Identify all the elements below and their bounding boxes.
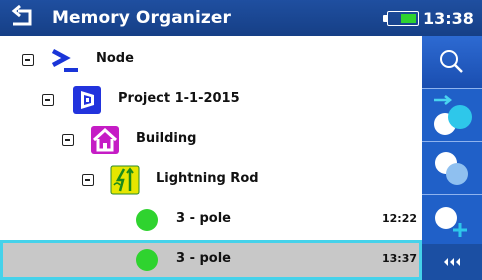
tree-row-label: 3 - pole (176, 251, 232, 266)
tree-row-node[interactable]: Node (0, 40, 422, 80)
tree-row-building[interactable]: Building (0, 120, 422, 160)
header-bar: Memory Organizer 13:38 (0, 0, 482, 36)
tree-row-lightning-rod[interactable]: Lightning Rod (0, 160, 422, 200)
side-toolbar (422, 36, 482, 280)
result-pass-icon (136, 209, 158, 231)
measurement-time: 13:37 (382, 252, 418, 265)
result-pass-icon (136, 249, 158, 271)
memory-tree: Node Project 1-1-2015 Building Lightning… (0, 36, 422, 280)
clock: 13:38 (423, 9, 474, 28)
more-options-icon (444, 258, 460, 266)
node-prompt-icon (51, 49, 78, 72)
clone-button[interactable] (422, 142, 482, 194)
tree-row-project[interactable]: Project 1-1-2015 (0, 80, 422, 120)
back-button[interactable] (8, 4, 38, 31)
collapse-icon[interactable] (22, 54, 34, 66)
measurement-time: 12:22 (382, 212, 418, 225)
start-test-icon (434, 95, 472, 135)
add-test-button[interactable] (422, 195, 482, 247)
collapse-icon[interactable] (62, 134, 74, 146)
collapse-icon[interactable] (82, 174, 94, 186)
search-icon (440, 50, 463, 73)
search-button[interactable] (422, 36, 482, 88)
tree-row-label: Project 1-1-2015 (118, 91, 240, 106)
tree-row-measurement-selected[interactable]: 3 - pole 13:37 (0, 240, 422, 280)
project-icon (73, 86, 101, 114)
tree-row-label: 3 - pole (176, 211, 232, 226)
back-arrow-icon (11, 4, 32, 26)
start-test-button[interactable] (422, 89, 482, 141)
tree-row-measurement[interactable]: 3 - pole 12:22 (0, 200, 422, 240)
battery-icon (383, 11, 419, 26)
clone-icon (435, 152, 468, 185)
add-test-icon (435, 207, 467, 237)
tree-row-label: Node (96, 51, 134, 66)
lightning-rod-icon (110, 165, 140, 195)
page-title: Memory Organizer (52, 8, 232, 28)
collapse-icon[interactable] (42, 94, 54, 106)
tree-row-label: Building (136, 131, 197, 146)
battery-level (401, 14, 416, 23)
building-icon (91, 126, 119, 154)
more-options-button[interactable] (422, 244, 482, 280)
tree-row-label: Lightning Rod (156, 171, 259, 186)
